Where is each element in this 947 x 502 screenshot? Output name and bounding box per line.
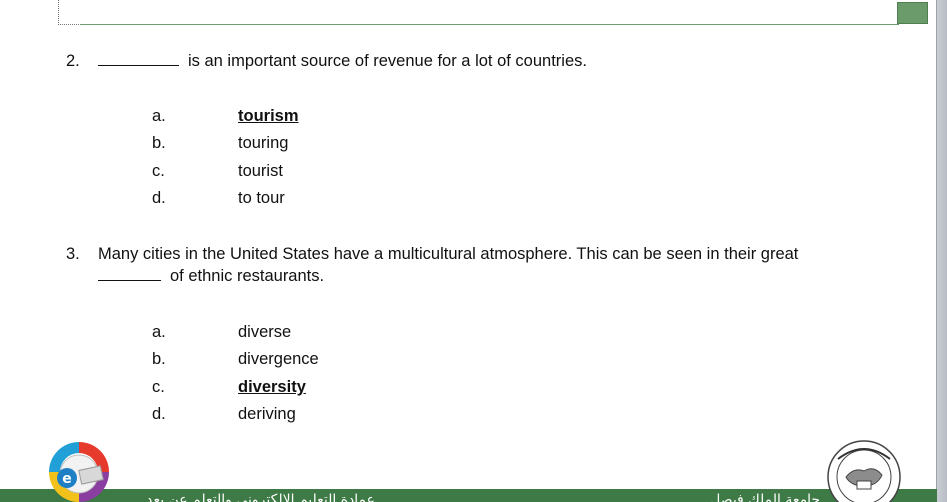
page-header-band [58, 0, 899, 25]
q2-option-d-text: to tour [238, 189, 285, 207]
q3-option-d-letter: d. [152, 405, 166, 423]
question-2-stem: is an important source of revenue for a … [188, 52, 587, 70]
question-2-text: is an important source of revenue for a … [98, 50, 587, 72]
q2-option-b-letter: b. [152, 134, 166, 152]
q3-option-a-text: diverse [238, 323, 292, 341]
question-2-number: 2. [66, 52, 80, 70]
q2-option-b-text: touring [238, 134, 289, 152]
q3-option-d-text: deriving [238, 405, 296, 423]
q2-option-c-text: tourist [238, 162, 283, 180]
question-3-stem-end: of ethnic restaurants. [170, 267, 325, 285]
q3-option-a-letter: a. [152, 323, 166, 341]
e-learning-logo-icon: e [49, 442, 109, 502]
svg-text:e: e [62, 471, 72, 487]
question-3-number: 3. [66, 245, 80, 263]
q3-option-b-letter: b. [152, 350, 166, 368]
q2-option-c-letter: c. [152, 162, 165, 180]
footer-university-text: جامعة الملك فيصل [710, 492, 820, 502]
q3-option-c-text: diversity [238, 378, 306, 396]
q2-option-a-letter: a. [152, 107, 166, 125]
header-rule [80, 24, 898, 25]
q3-option-c-letter: c. [152, 378, 165, 396]
question-3-line-1: Many cities in the United States have a … [98, 245, 799, 263]
window-right-edge [936, 0, 947, 502]
q2-option-d-letter: d. [152, 189, 166, 207]
header-green-block [897, 2, 928, 24]
q3-option-b-text: divergence [238, 350, 319, 368]
question-3-line-2: of ethnic restaurants. [98, 265, 324, 287]
question-3-blank [98, 265, 161, 281]
footer-deanship-text: عمادة التعليم الإلكتروني والتعلم عن بعد [146, 492, 375, 502]
q2-option-a-text: tourism [238, 107, 299, 125]
question-2-blank [98, 50, 179, 66]
university-seal-icon [827, 440, 901, 502]
